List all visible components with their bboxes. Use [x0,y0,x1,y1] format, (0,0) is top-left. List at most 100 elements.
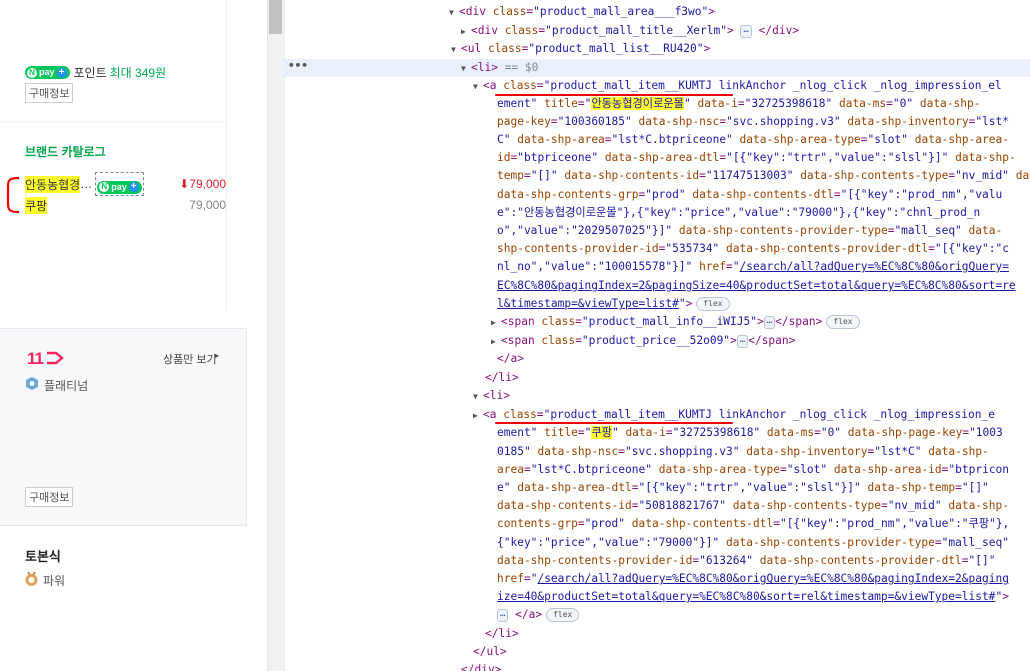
dom-tree-line[interactable]: ement" title="쿠팡" data-i="32725398618" d… [497,424,1003,442]
caret-right-icon: ▸ [215,351,220,360]
dom-tree-line[interactable]: e" data-shp-area-dtl="[{"key":"trtr","va… [497,479,989,497]
dom-tree-line[interactable]: ▼ <ul class="product_mall_list__RU420"> [451,40,710,58]
dom-tree-line[interactable]: o","value":"2029507025"}]" data-shp-cont… [497,222,1002,240]
dom-tree-line[interactable]: ▼ <a class="product_mall_item__KUMTJ link… [473,77,1002,95]
code-token: data-shp-contents-provider-id [497,554,693,567]
dom-tree-line[interactable]: 0185" data-shp-nsc="svc.shopping.v3" dat… [497,443,989,461]
dom-tree-line[interactable]: </li> [485,369,519,387]
dom-tree-line[interactable]: id="btpriceone" data-shp-area-dtl="[{"ke… [497,149,1016,167]
dom-tree-line[interactable]: nl_no","value":"100015578"}]" href="/sea… [497,258,1009,276]
flex-badge[interactable]: flex [696,297,730,311]
dom-tree-line[interactable]: temp="[]" data-shp-contents-id="11747513… [497,167,1030,185]
code-token: data-shp-contents-dtl [631,517,774,530]
dom-tree-line[interactable]: … </a> flex [497,606,580,624]
href-link[interactable]: ize=40&productSet=total&query=%EC%8C%80&… [497,590,995,603]
href-link[interactable]: /search/all?adQuery=%EC%8C%80&origQuery=… [537,572,1008,585]
mall-item[interactable]: 안동농협경 … Npay + ⬇ 79,000 [25,172,226,196]
code-token: "product_price__52o09" [581,334,731,347]
code-token: data-ms [766,426,815,439]
dom-tree-line[interactable]: e":"안동농협경이로운몰"},{"key":"price","value":"… [497,204,980,222]
expand-triangle-down-icon[interactable]: ▼ [473,78,483,96]
collapsed-content-button[interactable]: … [740,24,752,38]
code-token: data-shp-contents-provider-type [678,224,888,237]
flex-badge[interactable]: flex [826,315,860,329]
dom-tree-line[interactable]: ▶ <div class="product_mall_title__Xerlm">… [461,22,799,40]
dom-tree-line[interactable]: ▼ <div class="product_mall_area___f3wo"> [449,3,715,21]
mall-item-name[interactable]: 안동농협경 [25,175,81,193]
dom-tree-line[interactable]: data-shp-contents-grp = "prod" data-shp-co… [497,186,1002,204]
more-options-icon[interactable]: ••• [288,59,308,72]
code-token: data- [968,224,1003,237]
href-link[interactable]: /search/all?adQuery=%EC%8C%80&origQuery= [740,260,1009,273]
code-token: title [544,97,578,110]
code-token: " [732,260,740,273]
dom-tree-line[interactable]: EC%8C%80&pagingIndex=2&pagingSize=40&pro… [497,277,1016,295]
products-only-link[interactable]: 상품만 보기 [163,351,217,367]
divider [226,0,227,310]
collapsed-content-button[interactable]: … [763,315,776,329]
dom-tree-line[interactable]: ize=40&productSet=total&query=%EC%8C%80&… [497,588,1009,606]
buy-info-button[interactable]: 구매정보 [25,83,74,103]
code-token: "lst*C" [874,445,922,458]
expand-triangle-right-icon[interactable]: ▶ [491,333,501,351]
dom-tree-line[interactable]: ▼ <li> == $0 [461,59,538,77]
expand-triangle-down-icon[interactable]: ▼ [473,388,483,406]
code-token: = [665,426,673,439]
dom-tree-line[interactable]: </a> [497,350,524,368]
collapsed-content-button[interactable]: … [736,334,749,348]
expand-triangle-right-icon[interactable]: ▶ [461,23,471,41]
href-link[interactable]: EC%8C%80&pagingIndex=2&pagingSize=40&pro… [497,279,1016,292]
dom-tree-line[interactable]: href="/search/all?adQuery=%EC%8C%80&orig… [497,570,1009,588]
dom-tree-line[interactable]: </li> [485,625,519,643]
dom-tree-line[interactable]: </div> [461,661,501,671]
dom-tree-line[interactable]: data-shp-contents-id = "50818821767" data-… [497,497,1009,515]
expand-triangle-right-icon[interactable]: ▶ [473,407,483,425]
dom-tree-line[interactable]: ▶ <span class="product_mall_info__iWIJ5">… [491,313,860,331]
code-token: data-shp-area-type [658,463,780,476]
expand-triangle-down-icon[interactable]: ▼ [449,4,459,22]
code-token: data-shp-contents-grp [497,188,639,201]
dom-tree-line[interactable]: {"key":"price","value":"79000"}]" data-s… [497,534,1009,552]
eleven-street-arrow-icon [47,351,64,365]
code-token: 0185" [497,445,531,458]
code-token: "nv_mid" [887,499,942,512]
dom-tree-line[interactable]: data-shp-contents-provider-id = "613264" d… [497,552,996,570]
collapsed-content-button[interactable]: … [497,608,509,622]
code-token: data-shp- [928,445,989,458]
brand-catalog-title: 브랜드 카탈로그 [25,145,106,159]
dom-tree-line[interactable]: ▼ <li> [473,387,510,405]
code-token: <a [483,408,504,421]
code-token: data-shp-inventory [847,115,969,128]
dom-tree-line[interactable]: contents-grp="prod" data-shp-contents-dt… [497,515,1009,533]
page-scrollbar[interactable] [267,0,285,671]
dom-tree-line[interactable]: ▶ <span class="product_price__52o09">… </s… [491,332,795,350]
dom-tree-line[interactable]: page-key="100360185" data-shp-nsc="svc.s… [497,113,1009,131]
code-token: "prod" [584,517,625,530]
dom-tree-line[interactable]: C" data-shp-area="lst*C.btpriceone" data… [497,131,1009,149]
mall-item-name[interactable]: 쿠팡 [25,196,48,214]
highlighted-title-value: 안동농협경이로운몰 [591,97,684,110]
dom-tree-line[interactable]: l&timestamp=&viewType=list#"> flex [497,295,730,313]
code-token: "btpricon [948,463,1010,476]
dom-tree-line[interactable]: shp-contents-provider-id = "535734" data-s… [497,240,1009,258]
dom-tree-line[interactable]: </ul> [473,643,507,661]
code-token: > [730,334,737,347]
code-token: href [699,260,727,273]
expand-triangle-down-icon[interactable]: ▼ [461,60,471,78]
dom-tree-line[interactable]: ement" title="안동농협경이로운몰" data-i="3272539… [497,95,980,113]
code-token: "product_mall_title__Xerlm" [545,24,727,37]
href-link[interactable]: l&timestamp=&viewType=list# [497,297,679,310]
flex-badge[interactable]: flex [546,608,580,622]
red-underline-annotation [495,422,733,424]
expand-triangle-right-icon[interactable]: ▶ [491,314,501,332]
mall-item[interactable]: 쿠팡 79,000 [25,196,226,214]
scrollbar-thumb[interactable] [269,0,282,34]
eleven-street-logo[interactable]: 11 [27,349,44,369]
code-token: > [756,315,764,328]
dom-tree-line[interactable]: area="lst*C.btpriceone" data-shp-area-ty… [497,461,1009,479]
expand-triangle-down-icon[interactable]: ▼ [451,41,461,59]
buy-info-button[interactable]: 구매정보 [25,487,74,507]
seller-name[interactable]: 토본식 [25,546,61,565]
